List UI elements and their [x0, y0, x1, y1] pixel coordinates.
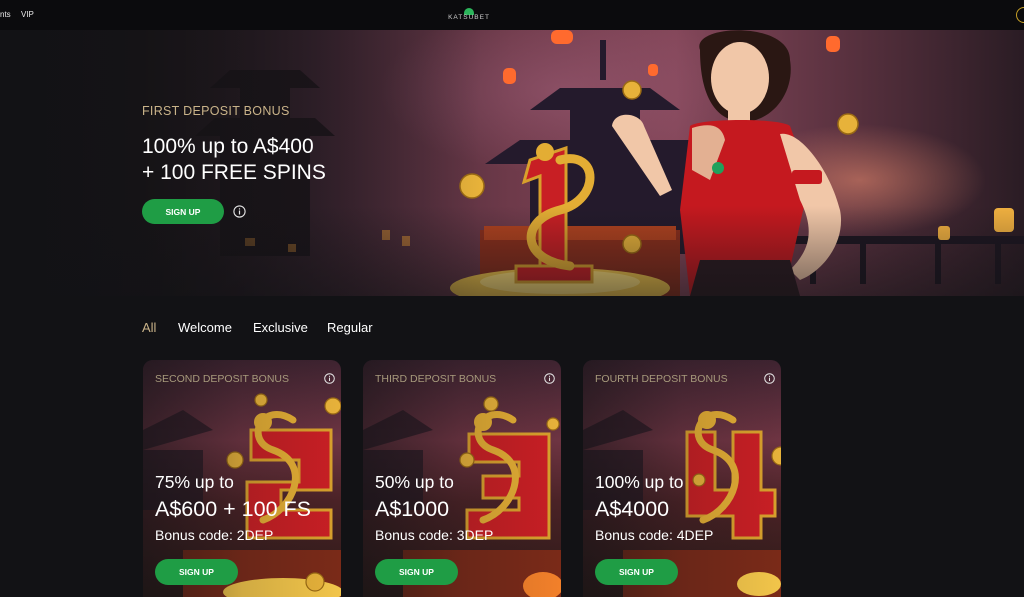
bonus-card-fourth-deposit[interactable]: FOURTH DEPOSIT BONUS 100% up to A$4000 B…: [583, 360, 781, 597]
profile-button[interactable]: [1016, 7, 1024, 23]
tab-welcome[interactable]: Welcome: [178, 320, 232, 335]
nav-item-vip[interactable]: VIP: [21, 10, 34, 19]
bonus-card-eyebrow: FOURTH DEPOSIT BONUS: [595, 373, 728, 385]
bonus-card-sign-up-button[interactable]: SIGN UP: [595, 559, 678, 585]
bonus-card-code: Bonus code: 3DEP: [375, 527, 494, 543]
tab-regular[interactable]: Regular: [327, 320, 373, 335]
hero-sign-up-button[interactable]: SIGN UP: [142, 199, 224, 224]
top-navigation-bar: nts VIP KATSUBET: [0, 0, 1024, 30]
bonus-card-percent: 50% up to: [375, 472, 454, 492]
nav-item-events[interactable]: nts: [0, 10, 11, 19]
bonus-card-third-deposit[interactable]: THIRD DEPOSIT BONUS 50% up to A$1000 Bon…: [363, 360, 561, 597]
tab-all[interactable]: All: [142, 320, 156, 335]
bonus-card-percent: 100% up to: [595, 472, 684, 492]
bonus-card-eyebrow: THIRD DEPOSIT BONUS: [375, 373, 497, 385]
info-icon[interactable]: [324, 373, 335, 384]
hero-headline: 100% up to A$400 + 100 FREE SPINS: [142, 134, 326, 186]
hero-eyebrow: FIRST DEPOSIT BONUS: [142, 104, 290, 118]
hero-banner: FIRST DEPOSIT BONUS 100% up to A$400 + 1…: [0, 30, 1024, 296]
bonus-card-second-deposit[interactable]: SECOND DEPOSIT BONUS 75% up to A$600 + 1…: [143, 360, 341, 597]
info-icon[interactable]: [233, 205, 246, 218]
hero-headline-line2: + 100 FREE SPINS: [142, 161, 326, 184]
tab-exclusive[interactable]: Exclusive: [253, 320, 308, 335]
bonus-card-sign-up-button[interactable]: SIGN UP: [375, 559, 458, 585]
bonus-card-sign-up-button[interactable]: SIGN UP: [155, 559, 238, 585]
site-logo[interactable]: KATSUBET: [445, 8, 493, 24]
logo-text: KATSUBET: [448, 14, 490, 21]
info-icon[interactable]: [544, 373, 555, 384]
bonus-card-code: Bonus code: 4DEP: [595, 527, 714, 543]
bonus-card-amount: A$4000: [595, 497, 670, 521]
bonus-card-percent: 75% up to: [155, 472, 234, 492]
info-icon[interactable]: [764, 373, 775, 384]
hero-headline-line1: 100% up to A$400: [142, 135, 314, 158]
bonus-card-amount: A$600 + 100 FS: [155, 497, 311, 521]
bonus-card-code: Bonus code: 2DEP: [155, 527, 274, 543]
bonus-card-amount: A$1000: [375, 497, 450, 521]
bonus-card-eyebrow: SECOND DEPOSIT BONUS: [155, 373, 289, 385]
